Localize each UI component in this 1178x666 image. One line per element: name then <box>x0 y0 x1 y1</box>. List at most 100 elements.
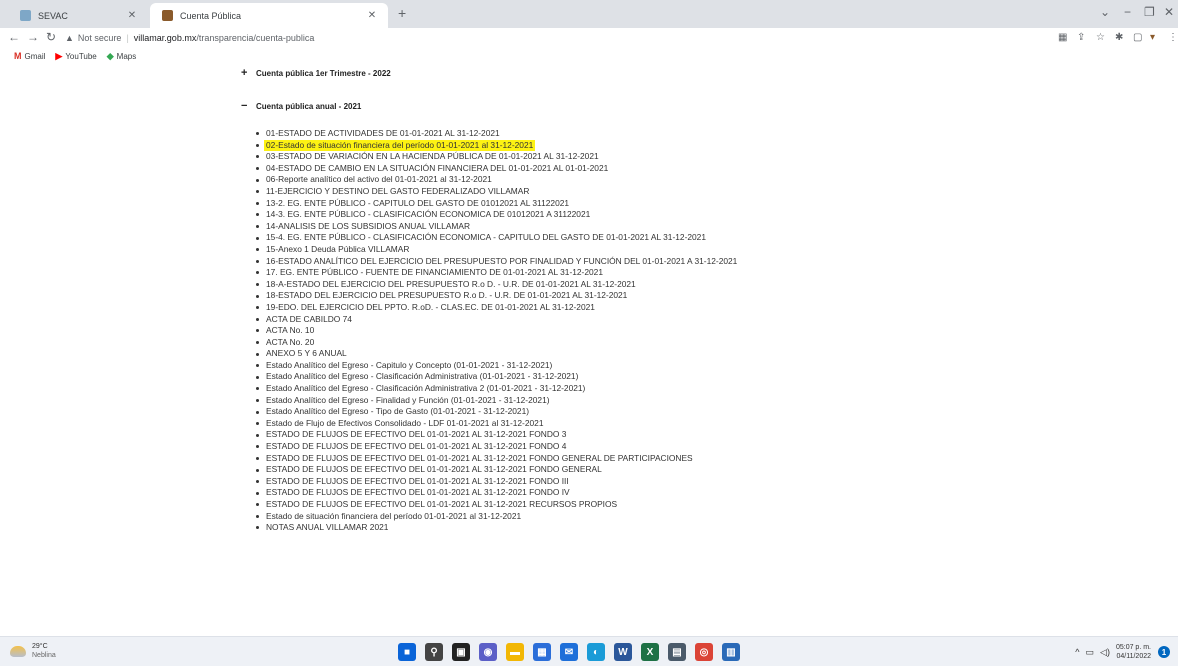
document-link[interactable]: Estado Analítico del Egreso - Clasificac… <box>264 371 580 383</box>
document-link[interactable]: ACTA DE CABILDO 74 <box>264 314 354 326</box>
bookmark-youtube[interactable]: ▶ YouTube <box>55 51 96 62</box>
document-link[interactable]: 02-Estado de situación financiera del pe… <box>264 139 536 152</box>
bookmark-maps[interactable]: ◆ Maps <box>107 51 136 62</box>
chevron-up-icon[interactable]: ^ <box>1075 647 1079 657</box>
document-link-item[interactable]: Estado Analítico del Egreso - Capitulo y… <box>256 360 739 372</box>
menu-icon[interactable]: ⋮ <box>1168 32 1178 43</box>
close-tab-icon[interactable]: ✕ <box>124 10 140 21</box>
translate-icon[interactable]: ▦ <box>1058 32 1067 43</box>
document-link[interactable]: Estado Analítico del Egreso - Capitulo y… <box>264 360 554 372</box>
document-link-item[interactable]: 17. EG. ENTE PÚBLICO - FUENTE DE FINANCI… <box>256 267 739 279</box>
document-link[interactable]: 18-A-ESTADO DEL EJERCICIO DEL PRESUPUEST… <box>264 279 638 291</box>
close-window-icon[interactable]: ✕ <box>1164 5 1174 19</box>
app-icon[interactable]: ▥ <box>722 643 740 661</box>
weather-widget[interactable]: 29°C Neblina <box>10 642 56 660</box>
document-link-item[interactable]: ESTADO DE FLUJOS DE EFECTIVO DEL 01-01-2… <box>256 499 739 511</box>
document-link-item[interactable]: 19-EDO. DEL EJERCICIO DEL PPTO. R.oD. - … <box>256 302 739 314</box>
document-link[interactable]: Estado de Flujo de Efectivos Consolidado… <box>264 418 545 430</box>
document-link-item[interactable]: Estado Analítico del Egreso - Clasificac… <box>256 383 739 395</box>
volume-icon[interactable]: ◁) <box>1100 647 1110 658</box>
document-link[interactable]: ESTADO DE FLUJOS DE EFECTIVO DEL 01-01-2… <box>264 441 568 453</box>
document-link-item[interactable]: ESTADO DE FLUJOS DE EFECTIVO DEL 01-01-2… <box>256 487 739 499</box>
mail-icon[interactable]: ✉ <box>560 643 578 661</box>
document-link[interactable]: Estado Analítico del Egreso - Tipo de Ga… <box>264 406 531 418</box>
store-icon[interactable]: ▦ <box>533 643 551 661</box>
document-link-item[interactable]: ACTA DE CABILDO 74 <box>256 314 739 326</box>
bookmark-star-icon[interactable]: ☆ <box>1096 32 1105 43</box>
document-link-item[interactable]: 18-ESTADO DEL EJERCICIO DEL PRESUPUESTO … <box>256 290 739 302</box>
document-link-item[interactable]: 06-Reporte analítico del activo del 01-0… <box>256 174 739 186</box>
address-bar[interactable]: ▲ Not secure | villamar.gob.mx /transpar… <box>65 30 945 46</box>
document-link-item[interactable]: 03-ESTADO DE VARIACIÓN EN LA HACIENDA PÚ… <box>256 151 739 163</box>
document-link-item[interactable]: ESTADO DE FLUJOS DE EFECTIVO DEL 01-01-2… <box>256 441 739 453</box>
document-link[interactable]: ESTADO DE FLUJOS DE EFECTIVO DEL 01-01-2… <box>264 499 619 511</box>
document-link[interactable]: 18-ESTADO DEL EJERCICIO DEL PRESUPUESTO … <box>264 290 629 302</box>
chrome-icon[interactable]: ◎ <box>695 643 713 661</box>
document-link-item[interactable]: 13-2. EG. ENTE PÚBLICO - CAPITULO DEL GA… <box>256 198 739 210</box>
tab-search-icon[interactable]: ⌄ <box>1100 5 1110 19</box>
document-link[interactable]: 15-Anexo 1 Deuda Pública VILLAMAR <box>264 244 411 256</box>
document-link[interactable]: 01-ESTADO DE ACTIVIDADES DE 01-01-2021 A… <box>264 128 502 140</box>
document-link-item[interactable]: 04-ESTADO DE CAMBIO EN LA SITUACIÓN FINA… <box>256 163 739 175</box>
document-link-item[interactable]: 16-ESTADO ANALÍTICO DEL EJERCICIO DEL PR… <box>256 256 739 268</box>
document-link[interactable]: NOTAS ANUAL VILLAMAR 2021 <box>264 522 390 534</box>
tab-cuenta-publica[interactable]: Cuenta Pública ✕ <box>150 3 388 28</box>
document-link-item[interactable]: ANEXO 5 Y 6 ANUAL <box>256 348 739 360</box>
document-link-item[interactable]: 14-3. EG. ENTE PÚBLICO - CLASIFICACIÓN E… <box>256 209 739 221</box>
back-icon[interactable]: ← <box>8 30 20 44</box>
document-link-item[interactable]: ESTADO DE FLUJOS DE EFECTIVO DEL 01-01-2… <box>256 429 739 441</box>
network-icon[interactable]: ▭ <box>1086 647 1095 658</box>
document-link-item[interactable]: 11-EJERCICIO Y DESTINO DEL GASTO FEDERAL… <box>256 186 739 198</box>
document-link[interactable]: ACTA No. 20 <box>264 337 316 349</box>
document-link[interactable]: 19-EDO. DEL EJERCICIO DEL PPTO. R.oD. - … <box>264 302 597 314</box>
document-link[interactable]: ESTADO DE FLUJOS DE EFECTIVO DEL 01-01-2… <box>264 464 604 476</box>
side-panel-icon[interactable]: ▢ <box>1133 32 1142 43</box>
document-link-item[interactable]: ESTADO DE FLUJOS DE EFECTIVO DEL 01-01-2… <box>256 464 739 476</box>
document-link[interactable]: ANEXO 5 Y 6 ANUAL <box>264 348 349 360</box>
task-view-icon[interactable]: ▣ <box>452 643 470 661</box>
document-link[interactable]: 04-ESTADO DE CAMBIO EN LA SITUACIÓN FINA… <box>264 163 610 175</box>
extensions-icon[interactable]: ✱ <box>1115 32 1123 43</box>
calculator-icon[interactable]: ▤ <box>668 643 686 661</box>
document-link-item[interactable]: 18-A-ESTADO DEL EJERCICIO DEL PRESUPUEST… <box>256 279 739 291</box>
edge-icon[interactable]: ◐ <box>587 643 605 661</box>
tab-sevac[interactable]: SEVAC ✕ <box>8 3 148 28</box>
document-link-item[interactable]: ESTADO DE FLUJOS DE EFECTIVO DEL 01-01-2… <box>256 476 739 488</box>
document-link[interactable]: Estado Analítico del Egreso - Finalidad … <box>264 395 552 407</box>
document-link-item[interactable]: NOTAS ANUAL VILLAMAR 2021 <box>256 522 739 534</box>
search-icon[interactable]: ⚲ <box>425 643 443 661</box>
document-link-item[interactable]: ACTA No. 20 <box>256 337 739 349</box>
word-icon[interactable]: W <box>614 643 632 661</box>
document-link-item[interactable]: 01-ESTADO DE ACTIVIDADES DE 01-01-2021 A… <box>256 128 739 140</box>
document-link[interactable]: 06-Reporte analítico del activo del 01-0… <box>264 174 494 186</box>
document-link[interactable]: 03-ESTADO DE VARIACIÓN EN LA HACIENDA PÚ… <box>264 151 601 163</box>
start-icon[interactable]: ■ <box>398 643 416 661</box>
document-link-item[interactable]: ESTADO DE FLUJOS DE EFECTIVO DEL 01-01-2… <box>256 453 739 465</box>
reload-icon[interactable]: ↻ <box>46 30 56 44</box>
document-link[interactable]: 13-2. EG. ENTE PÚBLICO - CAPITULO DEL GA… <box>264 198 571 210</box>
document-link[interactable]: Estado de situación financiera del perío… <box>264 511 523 523</box>
document-link[interactable]: 11-EJERCICIO Y DESTINO DEL GASTO FEDERAL… <box>264 186 531 198</box>
file-explorer-icon[interactable]: ▬ <box>506 643 524 661</box>
document-link[interactable]: 16-ESTADO ANALÍTICO DEL EJERCICIO DEL PR… <box>264 256 739 268</box>
share-icon[interactable]: ⇪ <box>1077 32 1085 43</box>
document-link[interactable]: ACTA No. 10 <box>264 325 316 337</box>
document-link[interactable]: 14-3. EG. ENTE PÚBLICO - CLASIFICACIÓN E… <box>264 209 592 221</box>
document-link[interactable]: 15-4. EG. ENTE PÚBLICO - CLASIFICACIÓN E… <box>264 232 708 244</box>
document-link-item[interactable]: Estado de Flujo de Efectivos Consolidado… <box>256 418 739 430</box>
document-link-item[interactable]: Estado Analítico del Egreso - Tipo de Ga… <box>256 406 739 418</box>
document-link[interactable]: ESTADO DE FLUJOS DE EFECTIVO DEL 01-01-2… <box>264 487 572 499</box>
restore-icon[interactable]: ❐ <box>1144 5 1155 19</box>
minimize-icon[interactable]: − <box>1124 5 1131 19</box>
section-trimestre-2022[interactable]: + Cuenta pública 1er Trimestre - 2022 <box>241 67 391 79</box>
close-tab-icon[interactable]: ✕ <box>364 10 380 21</box>
document-link[interactable]: ESTADO DE FLUJOS DE EFECTIVO DEL 01-01-2… <box>264 429 568 441</box>
document-link-item[interactable]: Estado Analítico del Egreso - Finalidad … <box>256 395 739 407</box>
document-link[interactable]: Estado Analítico del Egreso - Clasificac… <box>264 383 587 395</box>
document-link-item[interactable]: Estado de situación financiera del perío… <box>256 511 739 523</box>
document-link-item[interactable]: 02-Estado de situación financiera del pe… <box>256 139 739 152</box>
document-link[interactable]: ESTADO DE FLUJOS DE EFECTIVO DEL 01-01-2… <box>264 453 695 465</box>
forward-icon[interactable]: → <box>27 30 39 44</box>
document-link-item[interactable]: 15-4. EG. ENTE PÚBLICO - CLASIFICACIÓN E… <box>256 232 739 244</box>
extension-icon[interactable]: ▾ <box>1150 32 1155 43</box>
